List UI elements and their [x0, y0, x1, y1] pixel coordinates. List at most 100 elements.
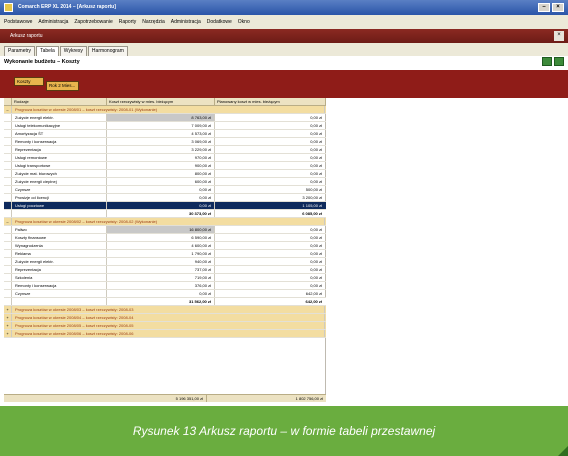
cell-planned: 0,00 zł [310, 147, 322, 152]
cell-planned: 0,00 zł [310, 155, 322, 160]
cell-category: Remonty i konserwacja [12, 282, 107, 289]
menu-item-narzedzia[interactable]: Narzędzia [142, 19, 165, 25]
tab-parametry[interactable]: Parametry [4, 46, 36, 56]
tab-harmonogram[interactable]: Harmonogram [87, 46, 128, 56]
minimize-button[interactable]: – [538, 3, 550, 12]
filter-button-period[interactable]: Rok 2 Mies... [46, 81, 79, 91]
menu-item-raporty[interactable]: Raporty [119, 19, 137, 25]
row-indent [4, 298, 12, 305]
tab-wykresy[interactable]: Wykresy [59, 46, 87, 56]
table-row[interactable]: Zużycie energii elektr. 940,00 zł 0,00 zł [4, 258, 326, 266]
sum-actual: 31 562,00 zł [107, 298, 215, 305]
app-icon [4, 3, 13, 12]
collapsed-group-row[interactable]: + Prognoza kosztów w okresie 2008/05 – ko… [4, 322, 326, 330]
cell-actual: 3 069,00 zł [107, 138, 215, 145]
cell-category: Reprezentacja [12, 266, 107, 273]
row-indent [4, 154, 12, 161]
group-row[interactable]: – Prognoza kosztów w okresie 2008/02 – ko… [4, 218, 326, 226]
table-row[interactable]: Szkolenia 719,00 zł 0,00 zł [4, 274, 326, 282]
header-rodzaje[interactable]: Rodzaje [12, 98, 107, 105]
table-row[interactable]: Zużycie mat. biurowych 800,00 zł 0,00 zł [4, 170, 326, 178]
table-row[interactable]: Czynsze 0,00 zł 500,00 zł [4, 186, 326, 194]
collapsed-group-row[interactable]: + Prognoza kosztów w okresie 2008/03 – ko… [4, 306, 326, 314]
window-titlebar: Comarch ERP XL 2014 – [Arkusz raportu] –… [0, 0, 568, 15]
close-button[interactable]: × [552, 3, 564, 12]
cell-category: Remonty i konserwacja [12, 138, 107, 145]
table-row[interactable]: Zużycie energii elektr. 8 763,00 zł 0,00 z… [4, 114, 326, 122]
table-row[interactable]: Zużycie energii cieplnej 600,00 zł 0,00 zł [4, 178, 326, 186]
row-indent [4, 234, 12, 241]
row-indent [4, 258, 12, 265]
row-indent [4, 274, 12, 281]
table-row[interactable]: Koszty finansowe 6 590,00 zł 0,00 zł [4, 234, 326, 242]
menu-item-dodatkowe[interactable]: Dodatkowe [207, 19, 232, 25]
group-label: Prognoza kosztów w okresie 2008/04 – kos… [12, 314, 325, 321]
table-row[interactable]: Remonty i konserwacja 376,00 zł 0,00 zł [4, 282, 326, 290]
table-row[interactable]: Remonty i konserwacja 3 069,00 zł 0,00 zł [4, 138, 326, 146]
document-tab-label[interactable]: Arkusz raportu [10, 33, 43, 39]
excel-export-icon[interactable] [542, 57, 552, 66]
cell-actual: 8 763,00 zł [107, 114, 215, 121]
header-expander [4, 98, 12, 105]
row-indent [4, 122, 12, 129]
cell-category: Usługi remontowe [12, 154, 107, 161]
cell-planned: 0,00 zł [310, 115, 322, 120]
cell-category: Zużycie mat. biurowych [12, 170, 107, 177]
menu-item-administracja[interactable]: Administracja [38, 19, 68, 25]
excel-open-icon[interactable] [554, 57, 564, 66]
filter-field-koszty[interactable]: Koszty [14, 77, 44, 86]
cell-category: Koszty finansowe [12, 234, 107, 241]
menu-item-zapotrzebowanie[interactable]: Zapotrzebowanie [74, 19, 112, 25]
row-indent [4, 194, 12, 201]
cell-actual: 376,00 zł [107, 282, 215, 289]
header-koszt-rzeczywisty[interactable]: Koszt rzeczywisty w mies. bieżącym [107, 98, 215, 105]
cell-planned: 3 200,00 zł [302, 195, 322, 200]
table-row[interactable]: Reprezentacja 737,00 zł 0,00 zł [4, 266, 326, 274]
tab-tabela[interactable]: Tabela [36, 46, 59, 56]
menu-item-administracja-2[interactable]: Administracja [171, 19, 201, 25]
cell-planned: 0,00 zł [310, 283, 322, 288]
table-row[interactable]: Usługi pocztowe 0,00 zł 1 105,00 zł [4, 202, 326, 210]
expand-toggle[interactable]: – [4, 218, 12, 225]
cell-planned: 0,00 zł [310, 251, 322, 256]
expand-toggle[interactable]: + [4, 322, 12, 329]
table-row[interactable]: Usługi transportowe 900,00 zł 0,00 zł [4, 162, 326, 170]
table-row[interactable]: Paliwo 16 800,00 zł 0,00 zł [4, 226, 326, 234]
row-indent [4, 146, 12, 153]
table-row[interactable]: Reklama 1 790,00 zł 0,00 zł [4, 250, 326, 258]
expand-toggle[interactable]: + [4, 330, 12, 337]
cell-actual: 900,00 zł [107, 162, 215, 169]
table-row[interactable]: Reprezentacja 3 229,00 zł 0,00 zł [4, 146, 326, 154]
collapsed-group-row[interactable]: + Prognoza kosztów w okresie 2008/06 – ko… [4, 330, 326, 338]
table-row[interactable]: Amortyzacja ŚT 4 573,00 zł 0,00 zł [4, 130, 326, 138]
table-row[interactable]: Wynagrodzenia 4 600,00 zł 0,00 zł [4, 242, 326, 250]
cell-category: Zużycie energii elektr. [12, 258, 107, 265]
cell-planned: 0,00 zł [310, 131, 322, 136]
collapsed-group-row[interactable]: + Prognoza kosztów w okresie 2008/04 – ko… [4, 314, 326, 322]
cell-category: Usługi telekomunikacyjne [12, 122, 107, 129]
cell-category: Reklama [12, 250, 107, 257]
expand-toggle[interactable]: + [4, 306, 12, 313]
table-row[interactable]: Usługi telekomunikacyjne 7 009,00 zł 0,00 … [4, 122, 326, 130]
menu-item-okno[interactable]: Okno [238, 19, 250, 25]
table-row[interactable]: Usługi remontowe 970,00 zł 0,00 zł [4, 154, 326, 162]
sum-planned: 6 085,00 zł [302, 211, 322, 216]
cell-planned: 0,00 zł [310, 123, 322, 128]
table-row[interactable]: Prowizje od licencji 0,00 zł 3 200,00 zł [4, 194, 326, 202]
header-koszt-planowany[interactable]: Planowany koszt w mies. bieżącym [215, 98, 326, 105]
cell-planned: 0,00 zł [310, 243, 322, 248]
sum-planned: 642,00 zł [305, 299, 322, 304]
cell-planned: 642,00 zł [305, 291, 322, 296]
menu-item-podstawowe[interactable]: Podstawowe [4, 19, 32, 25]
footer-total-actual: 5 196 351,00 zł [4, 395, 207, 402]
table-row[interactable]: Czynsze 0,00 zł 642,00 zł [4, 290, 326, 298]
document-close-button[interactable]: × [554, 31, 564, 41]
expand-toggle[interactable]: – [4, 106, 12, 113]
cell-actual: 4 600,00 zł [107, 242, 215, 249]
pivot-footer: 5 196 351,00 zł 1 802 756,00 zł [4, 394, 326, 402]
row-indent [4, 210, 12, 217]
expand-toggle[interactable]: + [4, 314, 12, 321]
sum-actual: 30 373,00 zł [107, 210, 215, 217]
row-indent [4, 114, 12, 121]
group-row[interactable]: – Prognoza kosztów w okresie 2008/01 – ko… [4, 106, 326, 114]
